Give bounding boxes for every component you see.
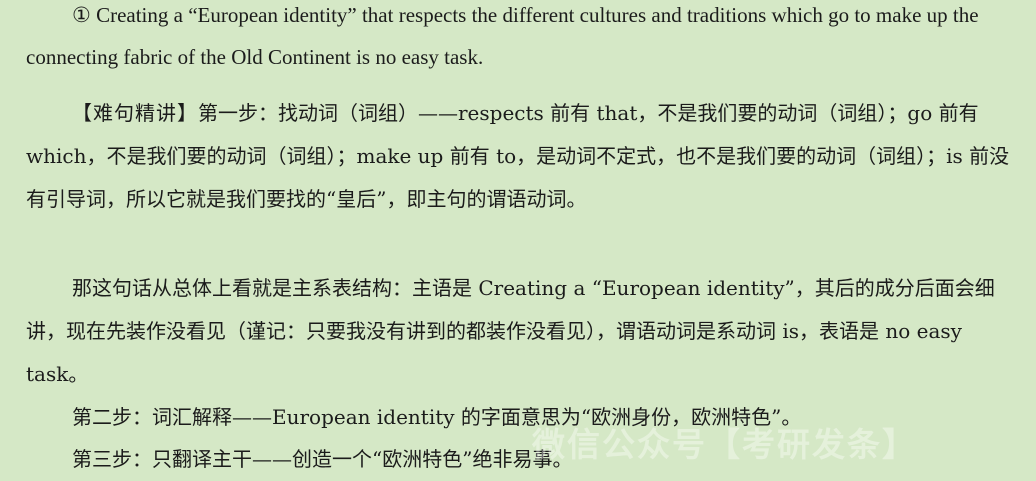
watermark: 微信公众号【考研发条】 xyxy=(532,425,917,464)
english-sentence: ① Creating a “European identity” that re… xyxy=(26,3,979,69)
analysis-step-one: 【难句精讲】第一步：找动词（词组）——respects 前有 that，不是我们… xyxy=(26,92,1010,221)
structure-explanation: 那这句话从总体上看就是主系表结构：主语是 Creating a “Europea… xyxy=(26,276,995,386)
document-page: ① Creating a “European identity” that re… xyxy=(0,0,1036,472)
section-label: 【难句精讲】 xyxy=(72,101,198,125)
